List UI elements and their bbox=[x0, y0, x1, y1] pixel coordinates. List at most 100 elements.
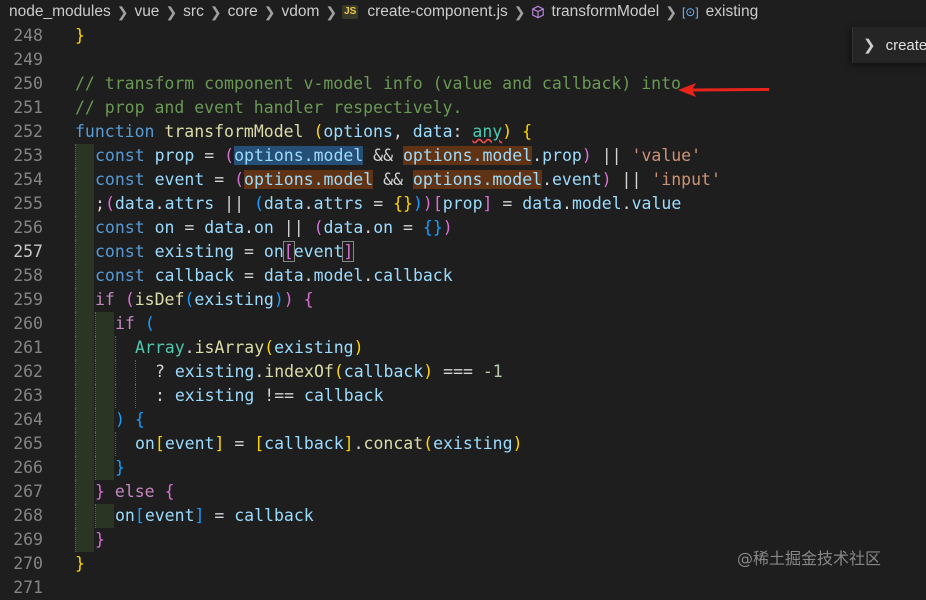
code-line[interactable]: 249 bbox=[0, 48, 926, 72]
code-token: || bbox=[591, 146, 632, 165]
code-line[interactable]: 265 on[event] = [callback].concat(existin… bbox=[0, 432, 926, 456]
code-token: ( bbox=[313, 122, 324, 141]
code-token: ( bbox=[104, 194, 115, 213]
indent-guide bbox=[75, 528, 94, 552]
code-token: event bbox=[164, 434, 215, 453]
code-token: -1 bbox=[482, 362, 503, 381]
code-line[interactable]: 252 function transformModel (options, dat… bbox=[0, 120, 926, 144]
breadcrumb-item-symbol[interactable]: transformModel bbox=[551, 3, 661, 21]
code-token: . bbox=[184, 338, 195, 357]
chevron-right-icon: ❯ bbox=[165, 3, 178, 20]
code-text: on[event] = [callback].concat(existing) bbox=[135, 432, 523, 456]
chevron-right-icon: ❯ bbox=[513, 3, 526, 20]
code-token: ] bbox=[214, 434, 225, 453]
breadcrumb-item-field[interactable]: existing bbox=[705, 3, 760, 21]
code-line[interactable]: 267} else { bbox=[0, 480, 926, 504]
breadcrumb-item-vue[interactable]: vue bbox=[133, 3, 160, 21]
code-line[interactable]: 250 // transform component v-model info (… bbox=[0, 72, 926, 96]
breadcrumb-item-node-modules[interactable]: node_modules bbox=[8, 3, 112, 21]
code-line[interactable]: 264 ) { bbox=[0, 408, 926, 432]
breadcrumb-item-file[interactable]: create-component.js bbox=[366, 3, 508, 21]
code-token: attrs bbox=[164, 194, 215, 213]
code-token: = bbox=[234, 242, 264, 261]
chevron-right-icon: ❯ bbox=[263, 3, 276, 20]
code-token: // prop and event handler respectively. bbox=[75, 98, 463, 117]
code-token: } bbox=[75, 554, 85, 573]
code-token: callback bbox=[234, 506, 314, 525]
code-token: { bbox=[134, 410, 145, 429]
code-token: prop bbox=[442, 194, 483, 213]
sticky-scroll-tab[interactable]: ❯ create bbox=[852, 27, 926, 63]
code-line[interactable]: 256 const on = data.on || (data.on = {}) bbox=[0, 216, 926, 240]
code-token: { bbox=[303, 290, 314, 309]
indent-guide bbox=[95, 312, 114, 336]
code-text: } bbox=[95, 528, 105, 552]
code-token: && bbox=[373, 170, 413, 189]
code-text: ) { bbox=[115, 408, 145, 432]
code-line[interactable]: 262? existing.indexOf(callback) === -1 bbox=[0, 360, 926, 384]
code-token: event bbox=[144, 506, 195, 525]
code-text: const prop = (options.model && options.m… bbox=[95, 144, 701, 168]
code-line[interactable]: 251 // prop and event handler respectivel… bbox=[0, 96, 926, 120]
code-token: } bbox=[95, 530, 105, 549]
code-line[interactable]: 255 ;(data.attrs || (data.attrs = {}))[pr… bbox=[0, 192, 926, 216]
line-number: 269 bbox=[13, 530, 43, 549]
code-token: existing bbox=[194, 290, 274, 309]
code-token: . bbox=[363, 266, 374, 285]
code-token: data bbox=[412, 122, 453, 141]
code-token: || bbox=[273, 218, 314, 237]
code-text: const callback = data.model.callback bbox=[95, 264, 453, 288]
code-line[interactable]: 260 if ( bbox=[0, 312, 926, 336]
code-line[interactable]: 257 const existing = on[event] bbox=[0, 240, 926, 264]
indent-guide bbox=[95, 408, 114, 432]
code-line[interactable]: 259 if (isDef(existing)) { bbox=[0, 288, 926, 312]
code-line[interactable]: 261 Array.isArray(existing) bbox=[0, 336, 926, 360]
code-text: // transform component v-model info (val… bbox=[75, 72, 681, 96]
breadcrumb-item-vdom[interactable]: vdom bbox=[280, 3, 320, 21]
indent-guide bbox=[75, 384, 94, 408]
indent-guide bbox=[75, 264, 94, 288]
code-token: options.model bbox=[412, 170, 543, 189]
red-arrow-annotation bbox=[678, 83, 769, 97]
code-token: existing bbox=[274, 338, 354, 357]
indent-guide bbox=[75, 408, 94, 432]
code-line[interactable]: 263: existing !== callback bbox=[0, 384, 926, 408]
code-text: if ( bbox=[115, 312, 155, 336]
line-number: 252 bbox=[13, 122, 43, 141]
code-token: ] bbox=[194, 506, 205, 525]
line-number: 256 bbox=[13, 218, 43, 237]
breadcrumb-item-core[interactable]: core bbox=[227, 3, 259, 21]
code-line[interactable]: 268 on[event] = callback bbox=[0, 504, 926, 528]
code-token: isArray bbox=[194, 338, 265, 357]
code-token: prop bbox=[542, 146, 582, 165]
code-text: } bbox=[75, 552, 85, 576]
code-token: existing bbox=[433, 434, 513, 453]
code-line[interactable]: 258 const callback = data.model.callback bbox=[0, 264, 926, 288]
line-number: 268 bbox=[13, 506, 43, 525]
breadcrumb-item-src[interactable]: src bbox=[182, 3, 205, 21]
variable-icon: [⊙] bbox=[681, 5, 699, 19]
code-token: || bbox=[611, 170, 652, 189]
code-token: ) bbox=[601, 170, 612, 189]
code-line[interactable]: 266} bbox=[0, 456, 926, 480]
code-editor[interactable]: 248} 249 250 // transform component v-model… bbox=[0, 24, 926, 597]
code-token: // transform component v-model info (val… bbox=[75, 74, 681, 93]
code-line[interactable]: 248} bbox=[0, 24, 926, 48]
line-number: 264 bbox=[13, 410, 43, 429]
code-line[interactable]: 271 bbox=[0, 576, 926, 600]
code-line[interactable]: 254 const event = (options.model && optio… bbox=[0, 168, 926, 192]
code-token: const bbox=[95, 266, 145, 285]
line-number: 257 bbox=[13, 242, 43, 261]
code-token: . bbox=[244, 218, 254, 237]
code-token: === bbox=[433, 362, 483, 381]
code-token: event bbox=[154, 170, 205, 189]
code-token: . bbox=[532, 146, 543, 165]
code-line[interactable]: 253 const prop = (options.model && option… bbox=[0, 144, 926, 168]
code-text: const on = data.on || (data.on = {}) bbox=[95, 216, 453, 240]
code-token: = bbox=[204, 170, 235, 189]
